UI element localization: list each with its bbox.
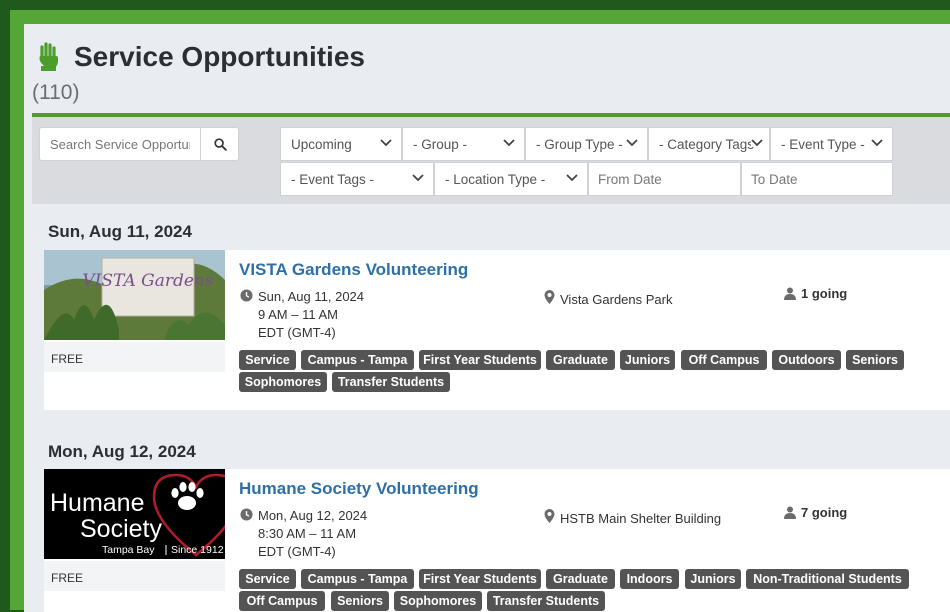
group-select[interactable]: - Group - [402,127,525,161]
chevron-down-icon [626,139,638,147]
event-type-label: - Event Type - [781,136,865,152]
person-icon [784,506,796,519]
event-card: VISTA Gardens FREE VISTA Gardens Volunte… [44,250,950,410]
filter-bar: Upcoming - Group - - Group Type - - Cate… [32,117,950,204]
tag[interactable]: Service [239,350,296,370]
result-count: (110) [32,81,80,104]
group-type-label: - Group Type - [536,136,623,152]
event-thumbnail[interactable]: VISTA Gardens [44,250,225,340]
tag[interactable]: Juniors [685,569,741,589]
thumb-line2: Society [80,515,162,543]
event-tags-label: - Event Tags - [291,171,375,187]
event-location: Vista Gardens Park [560,292,673,307]
thumb-line4: Since 1912 [171,544,224,556]
content-panel: Service Opportunities (110) Upcoming - G… [24,24,950,612]
search-box [39,127,239,161]
event-type-select[interactable]: - Event Type - [770,127,893,161]
event-tags-select[interactable]: - Event Tags - [280,162,434,196]
tag[interactable]: Off Campus [239,591,325,611]
tag[interactable]: Seniors [331,591,389,611]
chevron-down-icon [751,139,763,147]
event-datetime: Mon, Aug 12, 2024 8:30 AM – 11 AM EDT (G… [258,507,367,561]
tag[interactable]: Campus - Tampa [301,569,414,589]
date-heading: Sun, Aug 11, 2024 [48,222,192,241]
thumb-sign-text: VISTA Gardens [82,271,213,291]
tag[interactable]: Non-Traditional Students [746,569,909,589]
tag[interactable]: Graduate [546,569,615,589]
to-date-placeholder: To Date [751,171,798,187]
price-label: FREE [44,342,225,372]
event-datetime: Sun, Aug 11, 2024 9 AM – 11 AM EDT (GMT-… [258,288,364,342]
search-button[interactable] [200,128,239,160]
thumb-line3: Tampa Bay [102,544,155,556]
upcoming-label: Upcoming [291,136,352,152]
location-pin-icon [544,509,555,523]
category-tags-label: - Category Tags - [659,136,763,152]
tag[interactable]: Graduate [546,350,615,370]
chevron-down-icon [503,139,515,147]
tag[interactable]: Sophomores [239,372,327,392]
event-date: Sun, Aug 11, 2024 [258,289,365,304]
clock-icon [240,508,253,521]
event-title-link[interactable]: VISTA Gardens Volunteering [239,260,468,280]
event-title-link[interactable]: Humane Society Volunteering [239,479,479,499]
attendee-count: 1 going [801,286,848,301]
search-icon [213,137,227,151]
category-tags-select[interactable]: - Category Tags - [648,127,770,161]
event-date: Mon, Aug 12, 2024 [258,508,368,523]
event-time: 8:30 AM – 11 AM [258,526,357,541]
tag[interactable]: Transfer Students [487,591,605,611]
chevron-down-icon [380,139,392,147]
group-type-select[interactable]: - Group Type - [525,127,648,161]
tag[interactable]: Seniors [846,350,904,370]
person-icon [784,287,796,300]
event-time: 9 AM – 11 AM [258,307,338,322]
window-frame: Service Opportunities (110) Upcoming - G… [10,10,950,612]
attendee-count: 7 going [801,505,848,520]
to-date-input[interactable]: To Date [741,162,893,196]
event-location: HSTB Main Shelter Building [560,511,722,526]
upcoming-select[interactable]: Upcoming [280,127,402,161]
event-timezone: EDT (GMT-4) [258,325,336,340]
location-type-label: - Location Type - [445,171,546,187]
from-date-placeholder: From Date [598,171,662,187]
page-title: Service Opportunities [74,41,365,72]
clock-icon [240,289,253,302]
thumb-line1: Humane [50,489,145,517]
chevron-down-icon [412,174,424,182]
tag[interactable]: Outdoors [772,350,841,370]
tag[interactable]: Campus - Tampa [301,350,414,370]
tag[interactable]: Juniors [620,350,675,370]
date-heading: Mon, Aug 12, 2024 [48,442,196,461]
from-date-input[interactable]: From Date [588,162,741,196]
hand-icon [39,42,58,71]
event-thumbnail[interactable]: Humane Society Tampa Bay Since 1912 [44,469,225,559]
event-timezone: EDT (GMT-4) [258,544,336,559]
location-type-select[interactable]: - Location Type - [434,162,588,196]
tag[interactable]: Service [239,569,296,589]
event-card: Humane Society Tampa Bay Since 1912 FREE… [44,469,950,612]
tag[interactable]: Transfer Students [332,372,450,392]
tag[interactable]: First Year Students [419,350,541,370]
tag[interactable]: Indoors [620,569,679,589]
group-label: - Group - [413,136,468,152]
tag[interactable]: Off Campus [681,350,767,370]
price-label: FREE [44,561,225,591]
chevron-down-icon [871,139,883,147]
chevron-down-icon [566,174,578,182]
tag[interactable]: First Year Students [419,569,541,589]
search-input[interactable] [40,128,200,160]
tag[interactable]: Sophomores [394,591,482,611]
location-pin-icon [544,290,555,304]
